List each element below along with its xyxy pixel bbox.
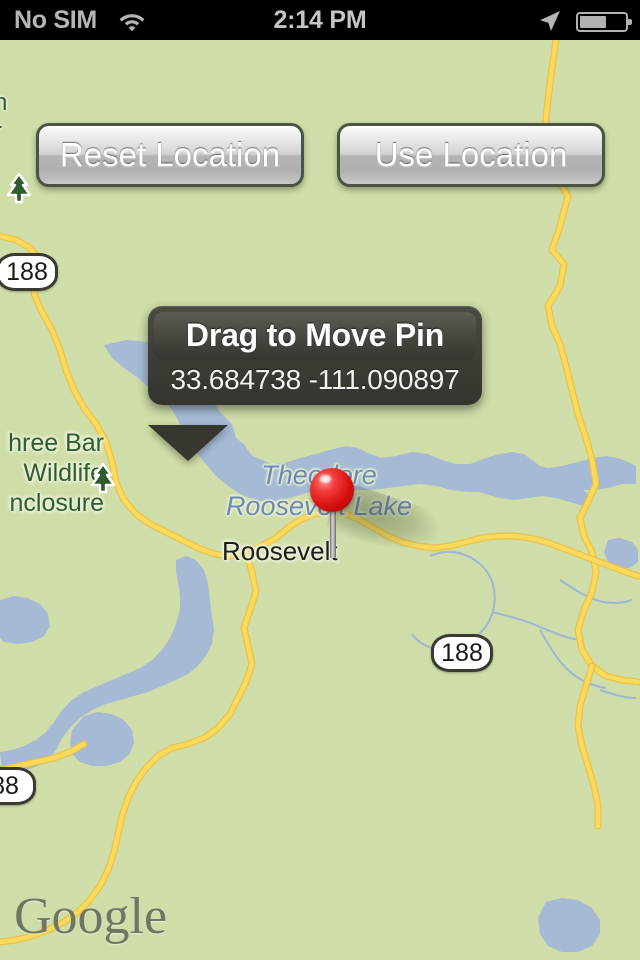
map-pin[interactable] <box>310 468 356 558</box>
callout-title: Drag to Move Pin <box>154 312 476 360</box>
route-shield-188[interactable]: 88 <box>0 767 36 805</box>
route-shield-188[interactable]: 188 <box>431 634 493 672</box>
app-screen: TheodoreRoosevelt Lake Roosevelt hree Ba… <box>0 0 640 960</box>
use-location-button[interactable]: Use Location <box>337 123 605 187</box>
map-view[interactable]: TheodoreRoosevelt Lake Roosevelt hree Ba… <box>0 40 640 960</box>
callout-bubble: Drag to Move Pin 33.684738 -111.090897 <box>148 306 482 405</box>
status-bar: No SIM 2:14 PM <box>0 0 640 40</box>
pin-head[interactable] <box>310 468 354 512</box>
google-logo: Google <box>14 888 168 945</box>
tree-icon <box>90 462 116 494</box>
location-arrow-icon <box>540 11 560 31</box>
route-shield-188[interactable]: 188 <box>0 253 58 291</box>
callout-tail <box>148 425 228 461</box>
reset-location-button[interactable]: Reset Location <box>36 123 304 187</box>
pin-callout[interactable]: Drag to Move Pin 33.684738 -111.090897 <box>148 306 482 405</box>
battery-icon <box>576 12 632 32</box>
callout-coordinates: 33.684738 -111.090897 <box>170 364 460 395</box>
tree-icon <box>6 172 32 204</box>
